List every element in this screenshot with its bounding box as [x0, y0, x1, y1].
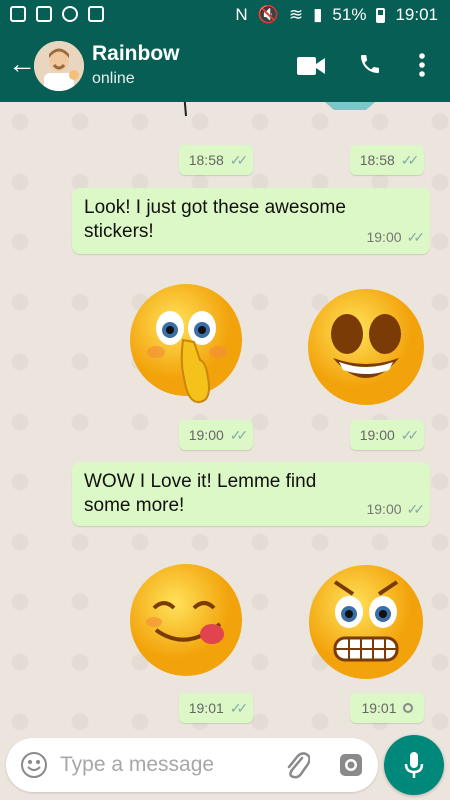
more-options-icon[interactable] [418, 52, 426, 78]
contact-name[interactable]: Rainbow [92, 42, 180, 66]
microphone-icon [404, 752, 424, 778]
sticker-shushing-emoji[interactable] [128, 282, 248, 412]
outgoing-message[interactable]: WOW I Love it! Lemme find some more! 19:… [72, 462, 430, 526]
double-check-icon: ✓✓ [406, 501, 426, 517]
message-time: 19:00 [366, 229, 402, 245]
sticker-grinning-emoji[interactable] [305, 286, 427, 408]
phone-call-icon[interactable] [358, 52, 382, 76]
back-arrow-icon[interactable]: ← [8, 50, 36, 78]
sticker-timestamp: 18:58 ✓✓ [179, 145, 253, 175]
chat-area[interactable]: 18:58 ✓✓ 18:58 ✓✓ Look! I just got these a… [0, 102, 450, 730]
time-text: 19:01 [188, 700, 224, 716]
double-check-icon: ✓✓ [400, 151, 420, 168]
status-right: N 🔇 ≋ ▮ 51% 19:01 [235, 5, 438, 25]
signal-icon: ▮ [313, 5, 323, 24]
sticker-timestamp: 18:58 ✓✓ [350, 145, 424, 175]
contact-avatar[interactable] [34, 41, 84, 91]
status-notification-icons [10, 6, 104, 22]
time-text: 18:58 [359, 152, 395, 168]
onenote-icon [36, 6, 52, 22]
camera-icon[interactable] [338, 752, 364, 778]
time-text: 18:58 [188, 152, 224, 168]
outgoing-message[interactable]: Look! I just got these awesome stickers!… [72, 188, 430, 254]
gallery-icon [10, 6, 26, 22]
status-bar: N 🔇 ≋ ▮ 51% 19:01 [0, 0, 450, 30]
sticker-timestamp: 19:00 ✓✓ [179, 420, 253, 450]
message-input-placeholder[interactable]: Type a message [60, 753, 214, 777]
clock: 19:01 [395, 5, 438, 24]
double-check-icon: ✓✓ [400, 426, 420, 443]
battery-icon [376, 7, 386, 23]
sticker-timestamp: 19:00 ✓✓ [350, 420, 424, 450]
mute-icon: 🔇 [257, 5, 279, 24]
wifi-icon: ≋ [288, 5, 304, 24]
time-text: 19:01 [361, 700, 397, 716]
voice-message-button[interactable] [384, 735, 444, 795]
attachment-icon[interactable] [284, 750, 310, 780]
sticker-yum-emoji[interactable] [128, 562, 244, 678]
message-meta: 19:00 ✓✓ [366, 501, 426, 518]
message-meta: 19:00 ✓✓ [366, 229, 426, 246]
video-call-icon[interactable] [297, 57, 325, 75]
double-check-icon: ✓✓ [229, 699, 249, 716]
sticker-timestamp: 19:01 [350, 693, 424, 723]
chat-header: ← Rainbow online [0, 30, 450, 102]
sticker-partial-right[interactable] [318, 102, 382, 114]
emoji-icon[interactable] [20, 751, 48, 779]
battery-percent: 51% [332, 5, 367, 24]
sticker-timestamp: 19:01 ✓✓ [179, 693, 253, 723]
sticker-grimacing-emoji[interactable] [305, 556, 427, 682]
sync-icon [62, 6, 78, 22]
double-check-icon: ✓✓ [406, 229, 426, 245]
pending-clock-icon [402, 703, 413, 713]
double-check-icon: ✓✓ [229, 426, 249, 443]
contact-status: online [92, 70, 135, 87]
sticker-partial-left[interactable] [170, 102, 200, 122]
time-text: 19:00 [359, 427, 395, 443]
nfc-icon: N [235, 5, 248, 24]
double-check-icon: ✓✓ [229, 151, 249, 168]
time-text: 19:00 [188, 427, 224, 443]
message-time: 19:00 [366, 501, 402, 517]
checklist-icon [88, 6, 104, 22]
message-composer[interactable]: Type a message [6, 738, 378, 792]
